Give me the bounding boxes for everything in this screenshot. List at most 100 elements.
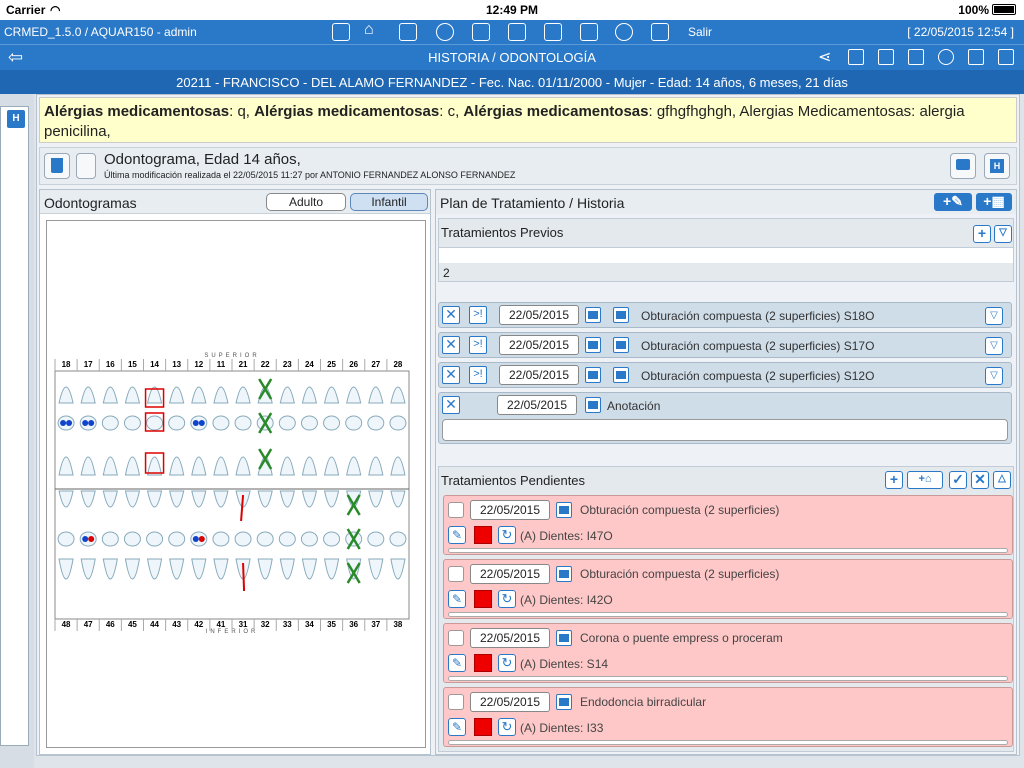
child-toggle[interactable]: Infantil bbox=[350, 193, 428, 211]
annotation-date[interactable]: 22/05/2015 bbox=[497, 395, 577, 415]
tooth-number-upper: 23 bbox=[283, 360, 292, 369]
alert-icon[interactable]: >! bbox=[469, 306, 487, 324]
redo-icon[interactable]: ↻ bbox=[498, 590, 516, 608]
hospital-button[interactable]: H bbox=[984, 153, 1010, 179]
briefcase-icon[interactable] bbox=[580, 23, 598, 41]
page-title: HISTORIA / ODONTOLOGÍA bbox=[428, 50, 596, 65]
checkbox-icon[interactable] bbox=[651, 23, 669, 41]
pending-date[interactable]: 22/05/2015 bbox=[470, 692, 550, 712]
expand-icon[interactable]: ▽ bbox=[985, 307, 1003, 325]
odontogram-panel-label: Odontogramas bbox=[44, 195, 137, 211]
invoice-icon[interactable] bbox=[613, 337, 629, 353]
progress-bar bbox=[448, 740, 1008, 745]
invoice-icon[interactable] bbox=[613, 367, 629, 383]
edit-icon[interactable]: ✎ bbox=[448, 526, 466, 544]
redo-icon[interactable]: ↻ bbox=[498, 718, 516, 736]
tooth-number-upper: 22 bbox=[261, 360, 270, 369]
tooth-number-lower: 38 bbox=[393, 620, 402, 629]
odontogram-chart[interactable]: SUPERIORINFERIOR18 17 16 15 14 13 12 11 21 22 23 24… bbox=[47, 221, 425, 747]
logout-link[interactable]: Salir bbox=[688, 25, 712, 39]
cancel-icon[interactable]: ✕ bbox=[971, 471, 989, 489]
status-color-swatch[interactable] bbox=[474, 654, 492, 672]
treatment-date[interactable]: 22/05/2015 bbox=[499, 365, 579, 385]
invoice-icon[interactable] bbox=[848, 49, 864, 65]
calendar-icon[interactable] bbox=[585, 397, 601, 413]
save-icon[interactable] bbox=[998, 49, 1014, 65]
archive-icon[interactable] bbox=[544, 23, 562, 41]
status-color-swatch[interactable] bbox=[474, 718, 492, 736]
clipboard-icon[interactable] bbox=[508, 23, 526, 41]
treatment-date[interactable]: 22/05/2015 bbox=[499, 305, 579, 325]
superior-label: SUPERIOR bbox=[204, 353, 259, 359]
refresh-icon[interactable] bbox=[938, 49, 954, 65]
plan-header: Plan de Tratamiento / Historia +✎ +▦ bbox=[436, 190, 1016, 214]
document-icon[interactable] bbox=[878, 49, 894, 65]
delete-button[interactable] bbox=[44, 153, 70, 179]
pending-teeth: (A) Dientes: S14 bbox=[520, 657, 609, 671]
calendar-icon[interactable] bbox=[585, 337, 601, 353]
contacts-icon[interactable] bbox=[472, 23, 490, 41]
hospital-folder-icon[interactable]: H bbox=[7, 110, 25, 128]
previous-spacer bbox=[439, 247, 1013, 263]
expand-icon[interactable]: ▽ bbox=[985, 337, 1003, 355]
check-icon[interactable]: ✓ bbox=[949, 471, 967, 489]
alert-icon[interactable]: >! bbox=[469, 336, 487, 354]
comment-button[interactable] bbox=[950, 153, 976, 179]
close-icon[interactable]: ✕ bbox=[442, 306, 460, 324]
edit-icon[interactable]: ✎ bbox=[448, 590, 466, 608]
select-checkbox[interactable] bbox=[448, 566, 464, 582]
select-checkbox[interactable] bbox=[76, 153, 96, 179]
close-icon[interactable]: ✕ bbox=[442, 366, 460, 384]
hospital-doc-icon[interactable] bbox=[908, 49, 924, 65]
pending-title: Corona o puente empress o proceram bbox=[580, 631, 783, 645]
redo-icon[interactable]: ↻ bbox=[498, 654, 516, 672]
odontogram-chart-area[interactable]: SUPERIOR INFERIOR 18 17 16 15 14 13 12 11 21 22 23 24… bbox=[46, 220, 426, 748]
pending-date[interactable]: 22/05/2015 bbox=[470, 628, 550, 648]
gear-icon[interactable] bbox=[615, 23, 633, 41]
collapse-previous-icon[interactable]: ▽ bbox=[994, 225, 1012, 243]
pending-date[interactable]: 22/05/2015 bbox=[470, 564, 550, 584]
select-checkbox[interactable] bbox=[448, 502, 464, 518]
select-checkbox[interactable] bbox=[448, 694, 464, 710]
progress-bar bbox=[448, 612, 1008, 617]
lower-occlusal-icon bbox=[146, 531, 164, 547]
copy-icon[interactable] bbox=[332, 23, 350, 41]
filling-mark bbox=[192, 536, 199, 542]
calendar-icon[interactable] bbox=[556, 630, 572, 646]
add-previous-icon[interactable]: + bbox=[973, 225, 991, 243]
calendar-icon[interactable] bbox=[585, 307, 601, 323]
add-edit-icon[interactable]: +✎ bbox=[934, 193, 972, 211]
edit-icon[interactable]: ✎ bbox=[448, 718, 466, 736]
treatment-date[interactable]: 22/05/2015 bbox=[499, 335, 579, 355]
progress-bar bbox=[448, 548, 1008, 553]
expand-icon[interactable]: ▽ bbox=[985, 367, 1003, 385]
calendar-icon[interactable] bbox=[585, 367, 601, 383]
invoice-icon[interactable] bbox=[613, 307, 629, 323]
calendar-icon[interactable] bbox=[556, 502, 572, 518]
print-icon[interactable] bbox=[968, 49, 984, 65]
close-icon[interactable]: ✕ bbox=[442, 336, 460, 354]
status-color-swatch[interactable] bbox=[474, 526, 492, 544]
select-checkbox[interactable] bbox=[448, 630, 464, 646]
calendar-icon[interactable] bbox=[556, 694, 572, 710]
share-icon[interactable]: ⋖ bbox=[818, 47, 834, 66]
pending-date[interactable]: 22/05/2015 bbox=[470, 500, 550, 520]
odontogram-panel: Odontogramas Adulto Infantil SUPERIOR INF… bbox=[39, 189, 431, 755]
close-icon[interactable]: ✕ bbox=[442, 396, 460, 414]
tooth-number-upper: 18 bbox=[62, 360, 71, 369]
calendar-icon[interactable] bbox=[556, 566, 572, 582]
alert-icon[interactable]: >! bbox=[469, 366, 487, 384]
tooth-number-lower: 37 bbox=[371, 620, 380, 629]
add-bank-icon[interactable]: +⌂ bbox=[907, 471, 943, 489]
status-color-swatch[interactable] bbox=[474, 590, 492, 608]
calendar-icon[interactable] bbox=[399, 23, 417, 41]
collapse-icon[interactable]: △ bbox=[993, 471, 1011, 489]
adult-toggle[interactable]: Adulto bbox=[266, 193, 346, 211]
edit-icon[interactable]: ✎ bbox=[448, 654, 466, 672]
user-icon[interactable] bbox=[436, 23, 454, 41]
add-image-icon[interactable]: +▦ bbox=[976, 193, 1012, 211]
annotation-input[interactable] bbox=[442, 419, 1008, 441]
add-icon[interactable]: + bbox=[885, 471, 903, 489]
redo-icon[interactable]: ↻ bbox=[498, 526, 516, 544]
home-icon[interactable]: ⌂ bbox=[364, 21, 382, 39]
